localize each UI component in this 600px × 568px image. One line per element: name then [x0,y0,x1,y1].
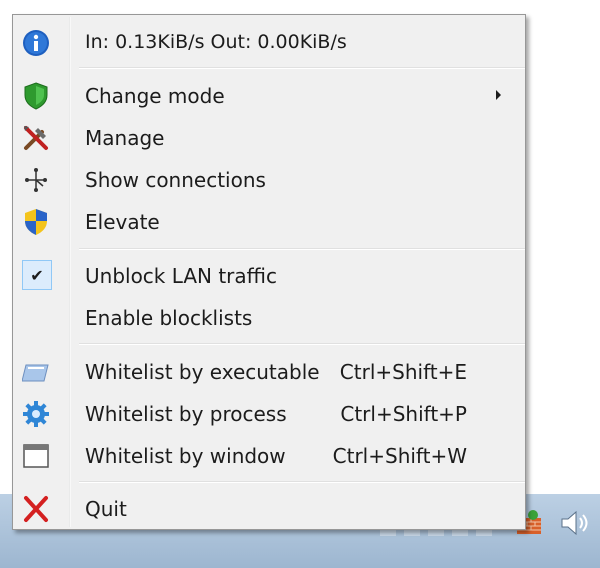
menu-separator [79,343,525,345]
executable-icon [22,358,50,386]
menu-item-label: Show connections [85,168,266,192]
network-icon [22,166,50,194]
menu-separator [79,248,525,250]
submenu-arrow-icon [496,90,501,100]
menu-item-label: Change mode [85,84,225,108]
shield-icon [22,82,50,110]
menu-item-label: Whitelist by window [85,444,286,468]
menu-item-elevate[interactable]: Elevate [13,202,523,240]
menu-item-shortcut: Ctrl+Shift+W [332,444,467,468]
menu-item-quit[interactable]: Quit [13,489,523,527]
menu-item-whitelist-by-executable[interactable]: Whitelist by executable Ctrl+Shift+E [13,352,523,390]
menu-item-change-mode[interactable]: Change mode [13,76,523,114]
menu-item-unblock-lan-traffic[interactable]: ✔ Unblock LAN traffic [13,256,523,294]
menu-item-label: Quit [85,497,127,521]
window-icon [22,442,50,470]
checkmark-icon: ✔ [22,260,52,290]
menu-separator [79,481,525,483]
menu-separator [79,67,525,69]
menu-item-label: Whitelist by executable [85,360,320,384]
status-row: In: 0.13KiB/s Out: 0.00KiB/s [13,23,523,61]
tools-icon [22,124,50,152]
menu-item-enable-blocklists[interactable]: Enable blocklists [13,298,523,336]
menu-item-label: Whitelist by process [85,402,287,426]
menu-item-label: Enable blocklists [85,306,253,330]
menu-item-label: Unblock LAN traffic [85,264,277,288]
menu-item-label: Elevate [85,210,160,234]
menu-item-whitelist-by-process[interactable]: Whitelist by process Ctrl+Shift+P [13,394,523,432]
tray-context-menu: In: 0.13KiB/s Out: 0.00KiB/s Change mode… [12,14,526,530]
menu-item-show-connections[interactable]: Show connections [13,160,523,198]
volume-icon[interactable] [560,510,590,536]
info-icon [22,29,50,57]
menu-item-shortcut: Ctrl+Shift+E [339,360,467,384]
uac-shield-icon [22,208,50,236]
menu-item-manage[interactable]: Manage [13,118,523,156]
menu-item-whitelist-by-window[interactable]: Whitelist by window Ctrl+Shift+W [13,436,523,474]
menu-item-label: Manage [85,126,165,150]
red-x-icon [22,495,50,523]
menu-item-shortcut: Ctrl+Shift+P [340,402,467,426]
traffic-status: In: 0.13KiB/s Out: 0.00KiB/s [85,31,347,53]
gear-icon [22,400,50,428]
